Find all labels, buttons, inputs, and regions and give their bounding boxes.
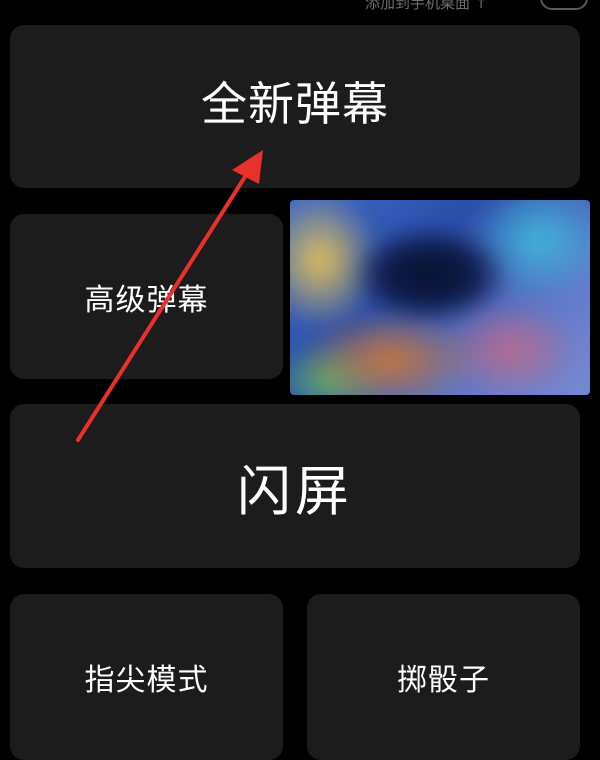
new-barrage-label: 全新弹幕 <box>201 76 389 131</box>
new-barrage-button[interactable]: 全新弹幕 <box>10 25 580 188</box>
add-to-home-hint[interactable]: 添加到手机桌面 ↑ <box>365 0 487 13</box>
fingertip-mode-label: 指尖模式 <box>84 663 209 698</box>
preview-image-content <box>290 200 590 395</box>
toggle-switch[interactable] <box>540 0 588 10</box>
advanced-barrage-label: 高级弹幕 <box>84 282 209 318</box>
flash-screen-label: 闪屏 <box>237 459 353 523</box>
advanced-barrage-button[interactable]: 高级弹幕 <box>10 214 283 379</box>
flash-screen-button[interactable]: 闪屏 <box>10 404 580 568</box>
blurred-preview-image <box>290 200 590 395</box>
fingertip-mode-button[interactable]: 指尖模式 <box>10 594 283 760</box>
throw-dice-button[interactable]: 掷骰子 <box>307 594 580 760</box>
throw-dice-label: 掷骰子 <box>397 663 490 698</box>
